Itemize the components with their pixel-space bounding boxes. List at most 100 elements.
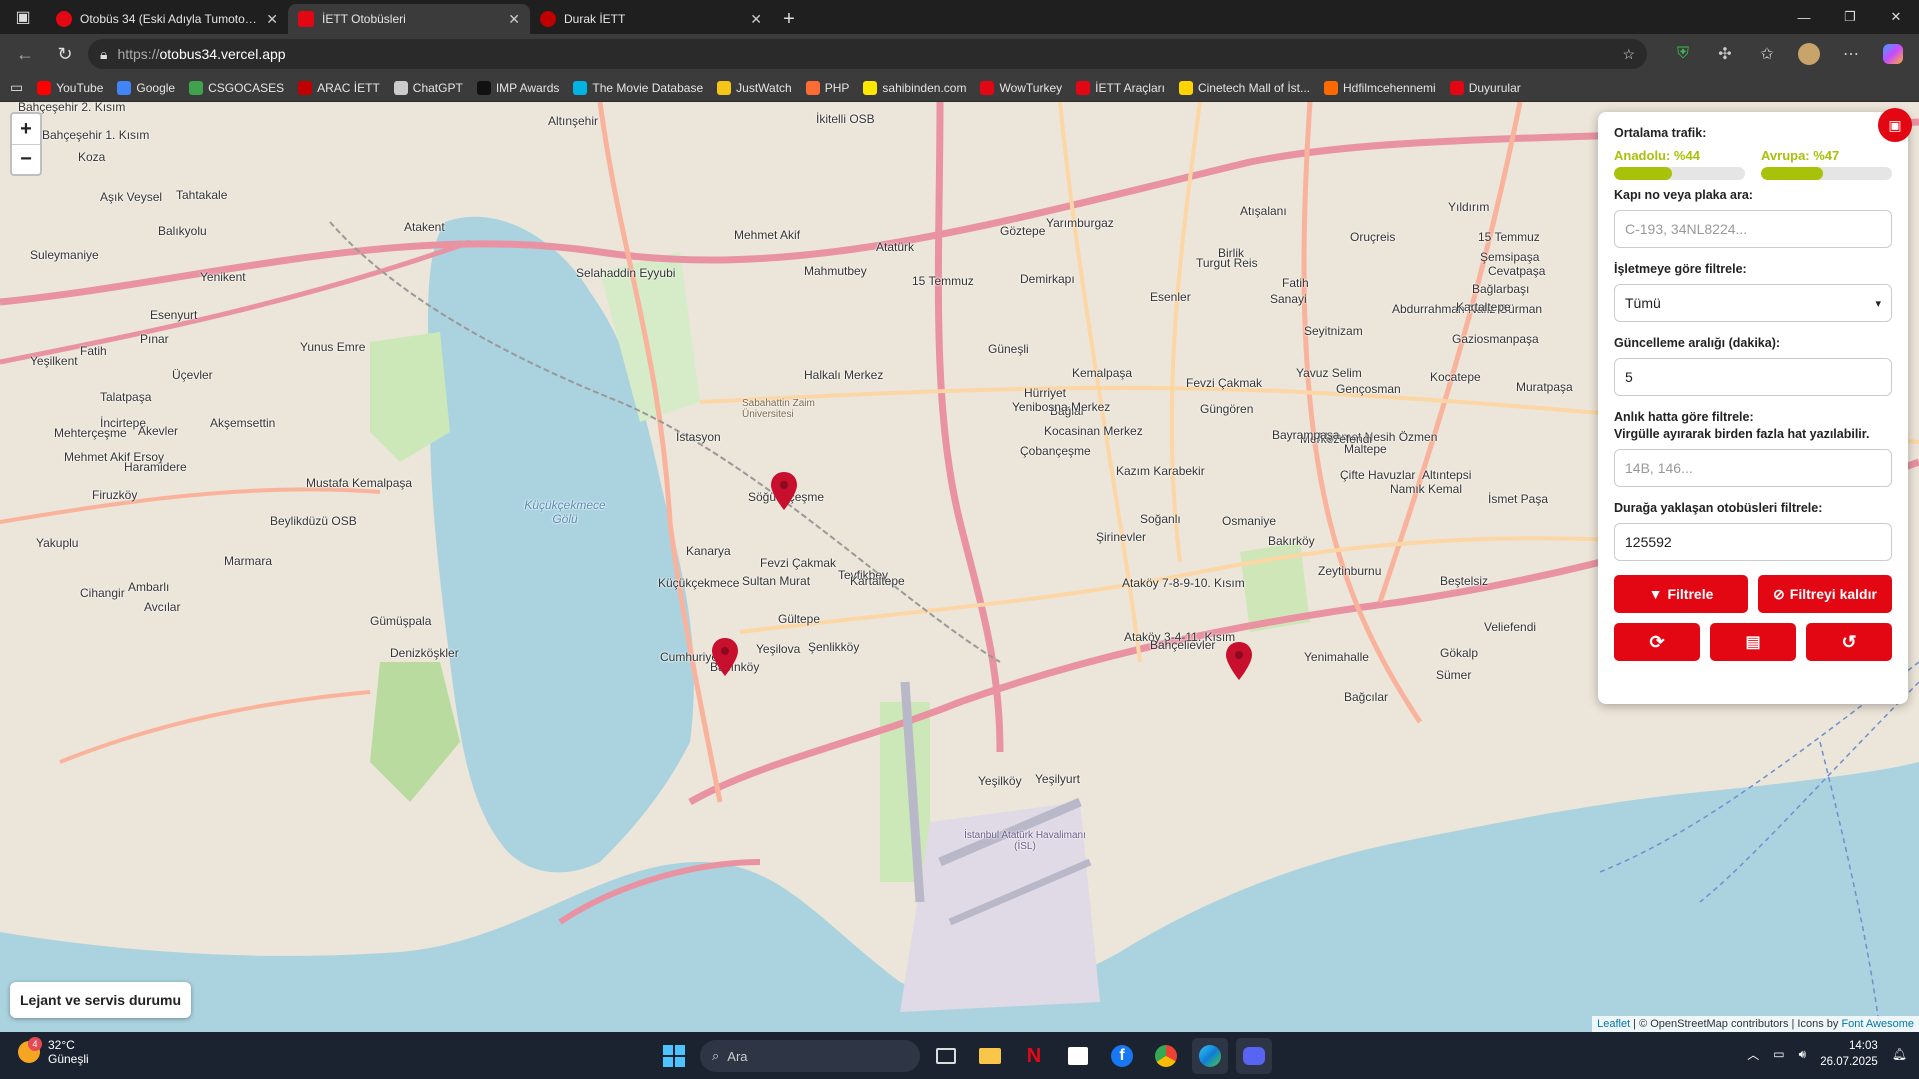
taskbar-search[interactable]: ⌕ Ara bbox=[700, 1040, 920, 1072]
refresh-icon: ⟳ bbox=[1649, 631, 1665, 652]
bookmark-item[interactable]: Google bbox=[117, 80, 175, 95]
line-filter-hint: Virgülle ayırarak birden fazla hat yazıl… bbox=[1614, 427, 1870, 441]
bookmark-favicon-icon bbox=[863, 80, 878, 95]
bookmark-item[interactable]: PHP bbox=[805, 80, 849, 95]
minimize-icon[interactable]: — bbox=[1781, 0, 1827, 34]
bookmark-item[interactable]: İETT Araçları bbox=[1076, 80, 1165, 95]
profile-avatar[interactable] bbox=[1791, 39, 1827, 69]
bus-stop-marker[interactable] bbox=[771, 472, 797, 510]
place-label: Kartaltepe bbox=[1456, 300, 1511, 314]
bookmark-item[interactable]: Cinetech Mall of İst... bbox=[1178, 80, 1310, 95]
refresh-icon[interactable]: ↻ bbox=[48, 39, 82, 69]
bookmark-item[interactable]: The Movie Database bbox=[573, 80, 703, 95]
place-label: Esenyurt bbox=[150, 308, 198, 322]
place-label: Mehterçeşme bbox=[54, 426, 127, 440]
clear-filter-label: Filtreyi kaldır bbox=[1789, 586, 1877, 602]
file-explorer-icon[interactable] bbox=[972, 1038, 1008, 1074]
notification-bell-icon[interactable]: 🔔︎ bbox=[1892, 1047, 1907, 1061]
close-window-icon[interactable]: ✕ bbox=[1873, 0, 1919, 34]
bookmark-label: Hdfilmcehennemi bbox=[1343, 80, 1436, 95]
tray-overflow-icon[interactable]: ︿ bbox=[1747, 1046, 1759, 1063]
bookmark-label: sahibinden.com bbox=[882, 80, 967, 95]
browser-tab-active[interactable]: İETT Otobüsleri ✕ bbox=[288, 4, 530, 34]
place-label: Bakırköy bbox=[1268, 534, 1315, 548]
windows-start-icon[interactable] bbox=[656, 1038, 692, 1074]
chrome-icon[interactable] bbox=[1148, 1038, 1184, 1074]
stop-filter-input[interactable]: 125592 bbox=[1614, 523, 1892, 561]
bookmark-item[interactable]: JustWatch bbox=[717, 80, 792, 95]
shield-extension-icon[interactable]: ⛨ bbox=[1665, 39, 1701, 69]
place-label: Çifte Havuzlar bbox=[1340, 468, 1416, 482]
refresh-button[interactable]: ⟳ bbox=[1614, 623, 1700, 661]
clock[interactable]: 14:03 26.07.2025 bbox=[1820, 1038, 1878, 1070]
place-label: Veliefendi bbox=[1484, 620, 1537, 634]
collapse-panel-button[interactable]: ▣ bbox=[1878, 108, 1912, 142]
search-label: Kapı no veya plaka ara: bbox=[1614, 188, 1753, 202]
browser-tab[interactable]: Otobüs 34 (Eski Adıyla Tumotobüs) ✕ bbox=[46, 4, 288, 34]
store-icon[interactable] bbox=[1060, 1038, 1096, 1074]
font-awesome-link[interactable]: Font Awesome bbox=[1841, 1018, 1914, 1030]
bus-stop-marker[interactable] bbox=[712, 638, 738, 676]
bus-icon: ▣ bbox=[1888, 116, 1902, 133]
back-icon[interactable]: ← bbox=[8, 39, 42, 69]
search-input[interactable]: C-193, 34NL8224... bbox=[1614, 210, 1892, 248]
bookmark-label: Duyurular bbox=[1468, 80, 1521, 95]
avrupa-traffic-fill bbox=[1761, 167, 1823, 180]
bookmark-item[interactable]: IMP Awards bbox=[476, 80, 559, 95]
netflix-icon[interactable]: N bbox=[1016, 1038, 1052, 1074]
restore-icon[interactable]: ❐ bbox=[1827, 0, 1873, 34]
place-label: Yeşilköy bbox=[978, 774, 1022, 788]
place-label: 15 Temmuz bbox=[1478, 230, 1540, 244]
zoom-out-button[interactable]: − bbox=[12, 144, 40, 174]
clipboard-button[interactable]: ▤ bbox=[1710, 623, 1796, 661]
clear-filter-button[interactable]: ⊘ Filtreyi kaldır bbox=[1758, 575, 1892, 613]
bookmark-item[interactable]: YouTube bbox=[37, 80, 104, 95]
map-attribution: Leaflet | © OpenStreetMap contributors |… bbox=[1592, 1016, 1919, 1032]
line-filter-input[interactable]: 14B, 146... bbox=[1614, 449, 1892, 487]
place-label: Mustafa Kemalpaşa bbox=[306, 476, 413, 490]
new-tab-button[interactable]: + bbox=[772, 4, 806, 34]
bookmark-item[interactable]: ChatGPT bbox=[393, 80, 463, 95]
browser-tab-strip: ▣ Otobüs 34 (Eski Adıyla Tumotobüs) ✕ İE… bbox=[0, 0, 1919, 34]
more-menu-icon[interactable]: ⋯ bbox=[1833, 39, 1869, 69]
task-view-icon[interactable] bbox=[928, 1038, 964, 1074]
bookmark-item[interactable]: Hdfilmcehennemi bbox=[1324, 80, 1436, 95]
zoom-in-button[interactable]: + bbox=[12, 114, 40, 144]
bookmark-item[interactable]: sahibinden.com bbox=[863, 80, 967, 95]
interval-input[interactable]: 5 bbox=[1614, 358, 1892, 396]
filter-button[interactable]: ▼ Filtrele bbox=[1614, 575, 1748, 613]
place-label: Yenibosna Merkez bbox=[1012, 400, 1111, 414]
tab-close-icon[interactable]: ✕ bbox=[750, 11, 762, 28]
bookmark-label: YouTube bbox=[56, 80, 104, 95]
place-label: Yıldırım bbox=[1448, 200, 1490, 214]
edge-icon[interactable] bbox=[1192, 1038, 1228, 1074]
extensions-icon[interactable]: ✣ bbox=[1707, 39, 1743, 69]
legend-button[interactable]: Lejant ve servis durumu bbox=[10, 982, 192, 1018]
bookmark-item[interactable]: CSGOCASES bbox=[189, 80, 284, 95]
bookmark-item[interactable]: WowTurkey bbox=[980, 80, 1062, 95]
bus-stop-marker[interactable] bbox=[1226, 642, 1252, 680]
place-label: Bağcılar bbox=[1344, 690, 1389, 704]
bookmark-item[interactable]: Duyurular bbox=[1449, 80, 1521, 95]
bookmark-item[interactable]: ARAC İETT bbox=[298, 80, 380, 95]
browser-tab[interactable]: Durak İETT ✕ bbox=[530, 4, 772, 34]
volume-icon[interactable]: 🔊︎ bbox=[1799, 1047, 1807, 1062]
favorite-star-icon[interactable]: ☆ bbox=[1622, 46, 1635, 63]
address-bar[interactable]: 🔒︎ https://otobus34.vercel.app ☆ bbox=[88, 39, 1647, 69]
tab-close-icon[interactable]: ✕ bbox=[508, 11, 520, 28]
place-label: İsmet Paşa bbox=[1488, 492, 1549, 506]
facebook-icon[interactable]: f bbox=[1104, 1038, 1140, 1074]
avrupa-traffic-bar bbox=[1761, 167, 1892, 180]
leaflet-link[interactable]: Leaflet bbox=[1597, 1018, 1630, 1030]
bookmarks-menu-icon[interactable]: ▭ bbox=[10, 79, 23, 96]
network-icon[interactable]: ▭ bbox=[1773, 1047, 1784, 1061]
history-button[interactable]: ↺ bbox=[1806, 623, 1892, 661]
filter-button-label: Filtrele bbox=[1667, 586, 1714, 602]
favorites-icon[interactable]: ✩ bbox=[1749, 39, 1785, 69]
copilot-icon[interactable] bbox=[1875, 39, 1911, 69]
tab-close-icon[interactable]: ✕ bbox=[266, 11, 278, 28]
operator-select[interactable]: Tümü ▾ bbox=[1614, 284, 1892, 322]
weather-widget[interactable]: 4 32°C Güneşli bbox=[18, 1037, 89, 1066]
tab-actions-icon[interactable]: ▣ bbox=[0, 0, 46, 34]
discord-icon[interactable] bbox=[1236, 1038, 1272, 1074]
